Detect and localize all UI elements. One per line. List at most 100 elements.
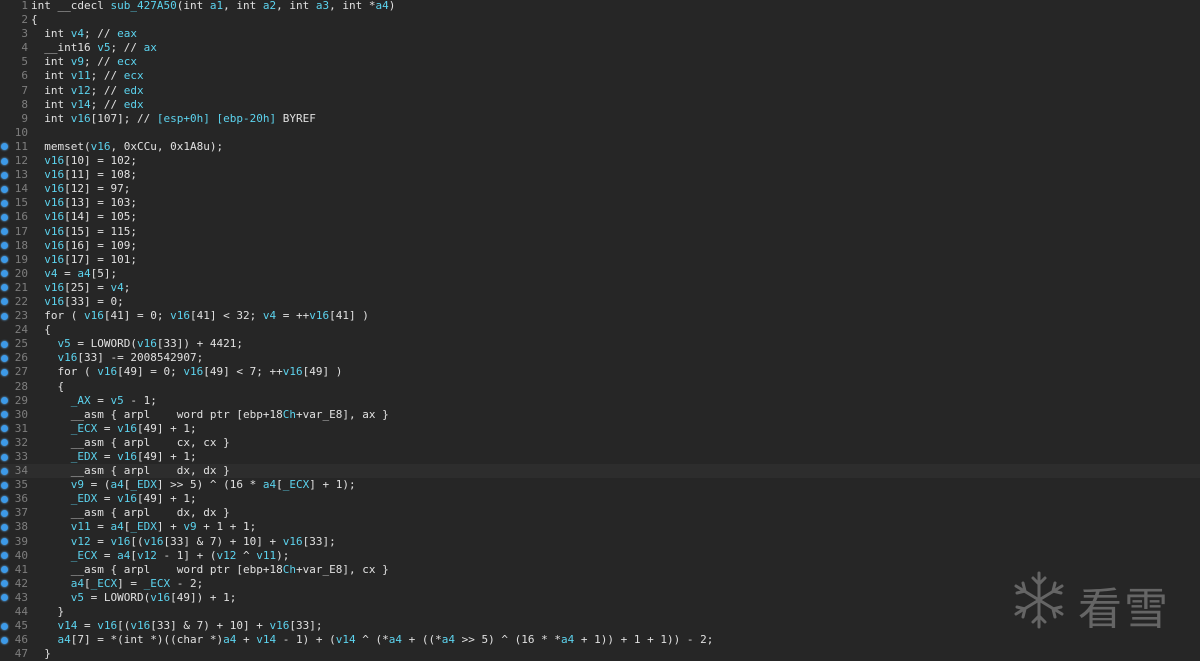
breakpoint-marker-icon[interactable] xyxy=(1,354,8,362)
code-line[interactable]: 12 v16[10] = 102; xyxy=(0,154,1200,168)
breakpoint-marker-icon[interactable] xyxy=(1,185,8,193)
breakpoint-marker-icon[interactable] xyxy=(1,552,8,560)
code-line[interactable]: 39 v12 = v16[(v16[33] & 7) + 10] + v16[3… xyxy=(0,535,1200,549)
breakpoint-marker-icon[interactable] xyxy=(1,411,8,419)
code-line[interactable]: 34 __asm { arpl dx, dx } xyxy=(0,464,1200,479)
line-number: 46 xyxy=(14,633,28,647)
breakpoint-marker-icon[interactable] xyxy=(1,340,8,348)
code-line[interactable]: 7 int v12; // edx xyxy=(0,84,1200,98)
code-line[interactable]: 18 v16[16] = 109; xyxy=(0,239,1200,253)
code-line[interactable]: 10 xyxy=(0,126,1200,140)
code-line[interactable]: 17 v16[15] = 115; xyxy=(0,225,1200,239)
code-text: __int16 v5; // ax xyxy=(44,41,157,55)
breakpoint-marker-icon[interactable] xyxy=(1,256,8,264)
code-line[interactable]: 26 v16[33] -= 2008542907; xyxy=(0,351,1200,365)
code-line[interactable]: 15 v16[13] = 103; xyxy=(0,196,1200,210)
code-line[interactable]: 38 v11 = a4[_EDX] + v9 + 1 + 1; xyxy=(0,520,1200,534)
breakpoint-marker-icon[interactable] xyxy=(1,523,8,531)
watermark: 看雪 xyxy=(1008,567,1188,637)
code-line[interactable]: 5 int v9; // ecx xyxy=(0,55,1200,69)
breakpoint-marker-icon[interactable] xyxy=(1,312,8,320)
breakpoint-marker-icon[interactable] xyxy=(1,228,8,235)
code-line[interactable]: 35 v9 = (a4[_EDX] >> 5) ^ (16 * a4[_ECX]… xyxy=(0,478,1200,492)
code-line[interactable]: 13 v16[11] = 108; xyxy=(0,168,1200,182)
breakpoint-marker-icon[interactable] xyxy=(1,242,8,250)
code-text: __asm { arpl word ptr [ebp+18Ch+var_E8],… xyxy=(70,562,389,576)
line-number: 43 xyxy=(14,590,28,604)
code-line[interactable]: 28 { xyxy=(0,380,1200,394)
breakpoint-marker-icon[interactable] xyxy=(1,538,8,546)
code-line[interactable]: 8 int v14; // edx xyxy=(0,98,1200,112)
breakpoint-marker-icon[interactable] xyxy=(1,622,8,630)
breakpoint-marker-icon[interactable] xyxy=(1,580,8,588)
code-text: _ECX = a4[v12 - 1] + (v12 ^ v11); xyxy=(70,548,290,562)
code-text: v16[10] = 102; xyxy=(44,154,137,168)
code-line[interactable]: 4 __int16 v5; // ax xyxy=(0,41,1200,55)
code-line[interactable]: 40 _ECX = a4[v12 - 1] + (v12 ^ v11); xyxy=(0,549,1200,563)
code-line[interactable]: 14 v16[12] = 97; xyxy=(0,182,1200,196)
line-number: 3 xyxy=(21,27,28,41)
watermark-text: 看雪 xyxy=(1078,584,1170,635)
code-text: __asm { arpl dx, dx } xyxy=(70,464,230,478)
code-line[interactable]: 24 { xyxy=(0,323,1200,337)
code-line[interactable]: 9 int v16[107]; // [esp+0h] [ebp-20h] BY… xyxy=(0,112,1200,126)
breakpoint-marker-icon[interactable] xyxy=(1,157,8,165)
breakpoint-marker-icon[interactable] xyxy=(1,270,8,278)
breakpoint-marker-icon[interactable] xyxy=(1,467,8,475)
breakpoint-marker-icon[interactable] xyxy=(1,143,8,151)
line-number: 29 xyxy=(14,393,28,407)
code-line[interactable]: 27 for ( v16[49] = 0; v16[49] < 7; ++v16… xyxy=(0,365,1200,379)
breakpoint-marker-icon[interactable] xyxy=(1,495,8,503)
code-line[interactable]: 19 v16[17] = 101; xyxy=(0,253,1200,267)
code-line[interactable]: 30 __asm { arpl word ptr [ebp+18Ch+var_E… xyxy=(0,408,1200,422)
code-line[interactable]: 20 v4 = a4[5]; xyxy=(0,267,1200,281)
code-text: _EDX = v16[49] + 1; xyxy=(70,492,197,506)
breakpoint-marker-icon[interactable] xyxy=(1,481,8,489)
code-text: int v4; // eax xyxy=(44,27,137,41)
code-line[interactable]: 3 int v4; // eax xyxy=(0,27,1200,41)
code-line[interactable]: 29 _AX = v5 - 1; xyxy=(0,394,1200,408)
code-text: v16[15] = 115; xyxy=(44,224,137,238)
code-line[interactable]: 32 __asm { arpl cx, cx } xyxy=(0,436,1200,450)
code-text: int v12; // edx xyxy=(44,83,144,97)
breakpoint-marker-icon[interactable] xyxy=(1,509,8,517)
code-line[interactable]: 16 v16[14] = 105; xyxy=(0,210,1200,224)
breakpoint-marker-icon[interactable] xyxy=(1,213,8,221)
code-line[interactable]: 1 int __cdecl sub_427A50(int a1, int a2, … xyxy=(0,0,1200,13)
breakpoint-marker-icon[interactable] xyxy=(1,566,8,574)
code-text: int v14; // edx xyxy=(44,97,144,111)
breakpoint-marker-icon[interactable] xyxy=(1,439,8,447)
line-number: 31 xyxy=(14,421,28,435)
breakpoint-marker-icon[interactable] xyxy=(1,453,8,461)
breakpoint-marker-icon[interactable] xyxy=(1,298,8,306)
breakpoint-marker-icon[interactable] xyxy=(1,397,8,405)
pseudocode-view[interactable]: 1 int __cdecl sub_427A50(int a1, int a2, … xyxy=(0,0,1200,661)
code-line[interactable]: 2{ xyxy=(0,13,1200,27)
breakpoint-marker-icon[interactable] xyxy=(1,594,8,602)
code-line[interactable]: 23 for ( v16[41] = 0; v16[41] < 32; v4 =… xyxy=(0,309,1200,323)
breakpoint-marker-icon[interactable] xyxy=(1,171,8,179)
code-text: v11 = a4[_EDX] + v9 + 1 + 1; xyxy=(70,520,257,534)
line-number: 30 xyxy=(14,407,28,421)
breakpoint-marker-icon[interactable] xyxy=(1,199,8,207)
breakpoint-marker-icon[interactable] xyxy=(1,636,8,644)
code-text: int __cdecl sub_427A50(int a1, int a2, i… xyxy=(31,0,396,12)
code-line[interactable]: 21 v16[25] = v4; xyxy=(0,281,1200,295)
code-line[interactable]: 25 v5 = LOWORD(v16[33]) + 4421; xyxy=(0,337,1200,351)
code-line[interactable]: 22 v16[33] = 0; xyxy=(0,295,1200,309)
code-line[interactable]: 6 int v11; // ecx xyxy=(0,69,1200,83)
code-text: } xyxy=(31,605,65,619)
breakpoint-marker-icon[interactable] xyxy=(1,284,8,292)
breakpoint-marker-icon[interactable] xyxy=(1,425,8,433)
code-line[interactable]: 11 memset(v16, 0xCCu, 0x1A8u); xyxy=(0,140,1200,154)
line-number: 20 xyxy=(14,266,28,280)
breakpoint-marker-icon[interactable] xyxy=(1,368,8,376)
code-text: v5 = LOWORD(v16[33]) + 4421; xyxy=(57,337,244,351)
code-line[interactable]: 31 _ECX = v16[49] + 1; xyxy=(0,422,1200,436)
code-line[interactable]: 33 _EDX = v16[49] + 1; xyxy=(0,450,1200,464)
code-text: v4 = a4[5]; xyxy=(44,266,118,280)
code-text: _AX = v5 - 1; xyxy=(70,393,157,407)
line-number: 23 xyxy=(14,309,28,323)
code-line[interactable]: 37 __asm { arpl dx, dx } xyxy=(0,506,1200,520)
code-line[interactable]: 36 _EDX = v16[49] + 1; xyxy=(0,492,1200,506)
